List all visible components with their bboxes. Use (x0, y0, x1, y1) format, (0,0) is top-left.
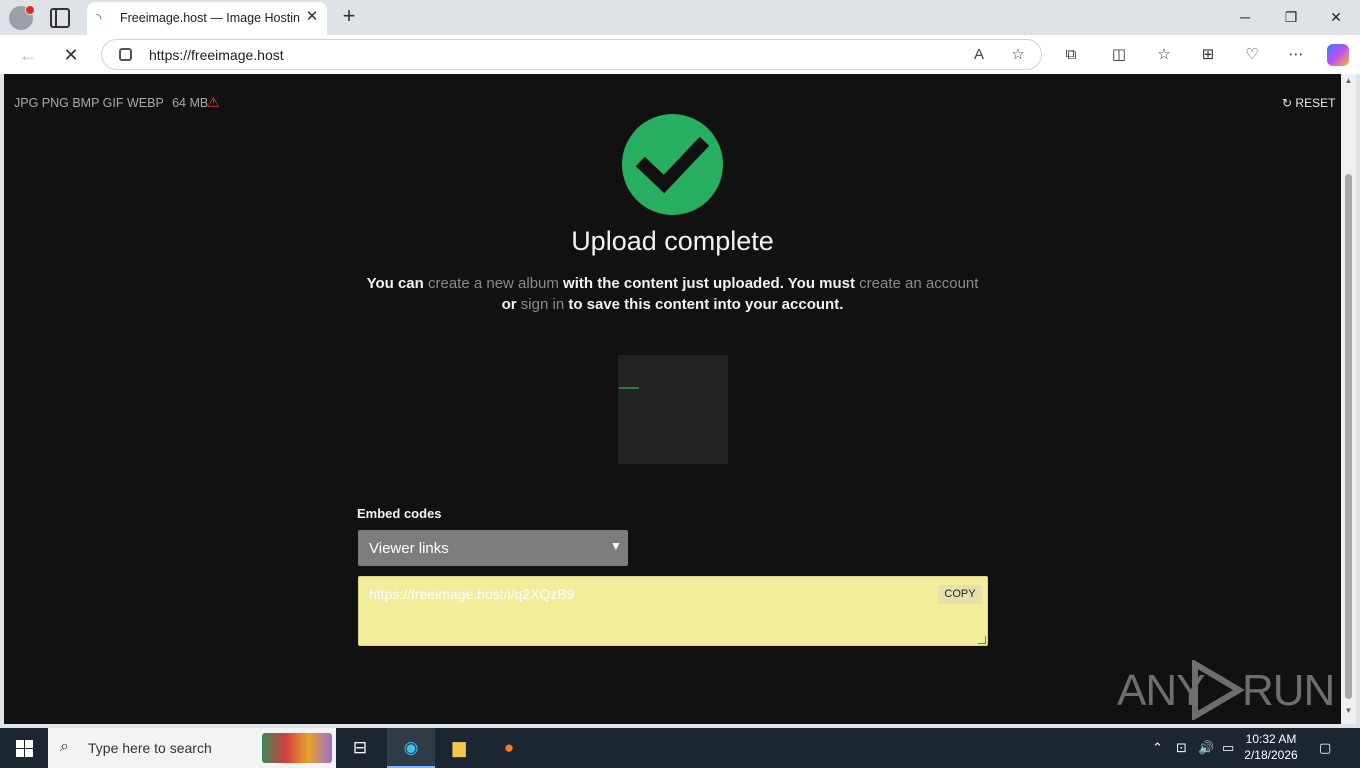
windows-taskbar: ⌕ Type here to search ⊟ ◉ ▆ ● ⌃ ⊡ 🔊 ▭ 10… (0, 728, 1360, 768)
address-bar[interactable]: https://freeimage.host A ☆ (101, 39, 1042, 70)
favorites-icon[interactable]: ☆ (1153, 44, 1175, 66)
checkmark-icon (635, 136, 710, 194)
warning-icon[interactable]: ⚠ (207, 95, 221, 109)
search-icon: ⌕ (60, 738, 69, 755)
embed-code-text[interactable]: https://freeimage.host/i/q2XQzB9 (369, 586, 574, 602)
address-url[interactable]: https://freeimage.host (149, 47, 284, 63)
stop-loading-icon[interactable]: ✕ (60, 44, 82, 66)
sign-in-link[interactable]: sign in (521, 296, 564, 313)
taskbar-search[interactable]: ⌕ Type here to search (48, 728, 336, 768)
embed-select-value: Viewer links (369, 540, 449, 557)
browser-tab-bar: ◝ Freeimage.host — Image Hosting ✕ + ─ ❐… (0, 0, 1360, 35)
clock-date: 2/18/2026 (1244, 748, 1298, 762)
collections-icon[interactable]: ⊞ (1197, 44, 1219, 66)
allowed-formats: JPG PNG BMP GIF WEBP 64 MB (14, 96, 208, 110)
browser-essentials-icon[interactable]: ♡ (1241, 44, 1263, 66)
embed-code-textarea[interactable]: https://freeimage.host/i/q2XQzB9 COPY (358, 576, 988, 646)
favorite-star-icon[interactable]: ☆ (1008, 45, 1028, 65)
play-logo-icon (1192, 660, 1245, 720)
restore-icon[interactable]: ❐ (1280, 6, 1302, 28)
network-icon[interactable]: ▭ (1222, 740, 1234, 756)
clock-time: 10:32 AM (1245, 732, 1297, 746)
thumbnail-content (619, 387, 639, 389)
browser-toolbar: ← ✕ https://freeimage.host A ☆ ⧉ ◫ ☆ ⊞ ♡… (0, 35, 1360, 74)
copilot-icon[interactable] (1327, 44, 1349, 66)
notifications-icon[interactable]: ▢ (1319, 740, 1331, 756)
format-list: JPG PNG BMP GIF WEBP (14, 96, 164, 110)
search-placeholder: Type here to search (88, 740, 212, 756)
scroll-up-icon[interactable]: ▲ (1344, 76, 1353, 85)
file-explorer-icon[interactable]: ▆ (443, 732, 475, 764)
resize-handle-icon[interactable] (978, 636, 986, 644)
message-text: You can (366, 275, 428, 292)
windows-logo-icon (16, 740, 24, 748)
volume-icon[interactable]: 🔊 (1198, 740, 1214, 756)
upload-success-icon (622, 114, 723, 215)
chevron-down-icon: ▼ (610, 539, 622, 553)
message-text: with the content just uploaded. You must (558, 275, 860, 292)
task-view-icon[interactable]: ⊟ (344, 732, 376, 764)
refresh-icon: ↻ (1282, 96, 1293, 110)
read-aloud-icon[interactable]: A (969, 45, 989, 65)
embed-codes-label: Embed codes (357, 506, 442, 521)
scrollbar-thumb[interactable] (1345, 174, 1352, 699)
scroll-down-icon[interactable]: ▼ (1344, 706, 1353, 715)
copy-button[interactable]: COPY (938, 585, 982, 604)
edge-icon[interactable]: ◉ (395, 732, 427, 764)
split-screen-icon[interactable]: ◫ (1108, 44, 1130, 66)
upload-complete-title: Upload complete (571, 226, 774, 256)
back-arrow-icon[interactable]: ← (17, 44, 39, 66)
loading-favicon-icon: ◝ (96, 10, 102, 26)
upload-message: You can create a new album with the cont… (344, 273, 1001, 315)
tab-title: Freeimage.host — Image Hosting (120, 11, 300, 25)
tab-actions-icon[interactable] (50, 8, 70, 28)
settings-more-icon[interactable]: ⋯ (1285, 44, 1307, 66)
tab-close-icon[interactable]: ✕ (303, 8, 321, 26)
uploaded-image-thumbnail[interactable] (618, 355, 728, 464)
window-close-icon[interactable]: ✕ (1325, 6, 1347, 28)
window-border-right (1356, 74, 1360, 724)
create-account-link[interactable]: create an account (859, 275, 978, 292)
meet-now-icon[interactable]: ⊡ (1176, 740, 1187, 756)
profile-avatar-icon[interactable] (9, 5, 35, 30)
minimize-icon[interactable]: ─ (1234, 6, 1256, 28)
embed-codes-select[interactable]: Viewer links ▼ (358, 530, 628, 566)
new-tab-button[interactable]: + (338, 5, 360, 27)
max-file-size: 64 MB (172, 96, 209, 110)
site-info-lock-icon[interactable] (119, 48, 132, 61)
message-text: or (501, 296, 521, 313)
reset-button[interactable]: ↻ RESET (1282, 96, 1335, 110)
page-content: JPG PNG BMP GIF WEBP 64 MB ⚠ ↻ RESET Upl… (4, 74, 1341, 724)
message-text: to save this content into your account. (564, 296, 844, 313)
watermark-text-right: RUN (1242, 666, 1335, 715)
tray-chevron-up-icon[interactable]: ⌃ (1152, 740, 1163, 756)
browser-tab[interactable]: ◝ Freeimage.host — Image Hosting ✕ (87, 2, 327, 35)
windows-logo-icon (25, 749, 33, 757)
windows-logo-icon (25, 740, 33, 748)
firefox-icon[interactable]: ● (493, 732, 525, 764)
page-scrollbar[interactable]: ▲ ▼ (1341, 74, 1356, 724)
windows-logo-icon (16, 749, 24, 757)
extensions-icon[interactable]: ⧉ (1060, 44, 1082, 66)
search-highlight-icon (262, 733, 332, 763)
create-album-link[interactable]: create a new album (428, 275, 559, 292)
start-button[interactable] (0, 728, 48, 768)
anyrun-watermark: ANY RUN (1117, 656, 1335, 722)
system-clock[interactable]: 10:32 AM 2/18/2026 (1241, 731, 1301, 763)
reset-label: RESET (1295, 96, 1336, 110)
